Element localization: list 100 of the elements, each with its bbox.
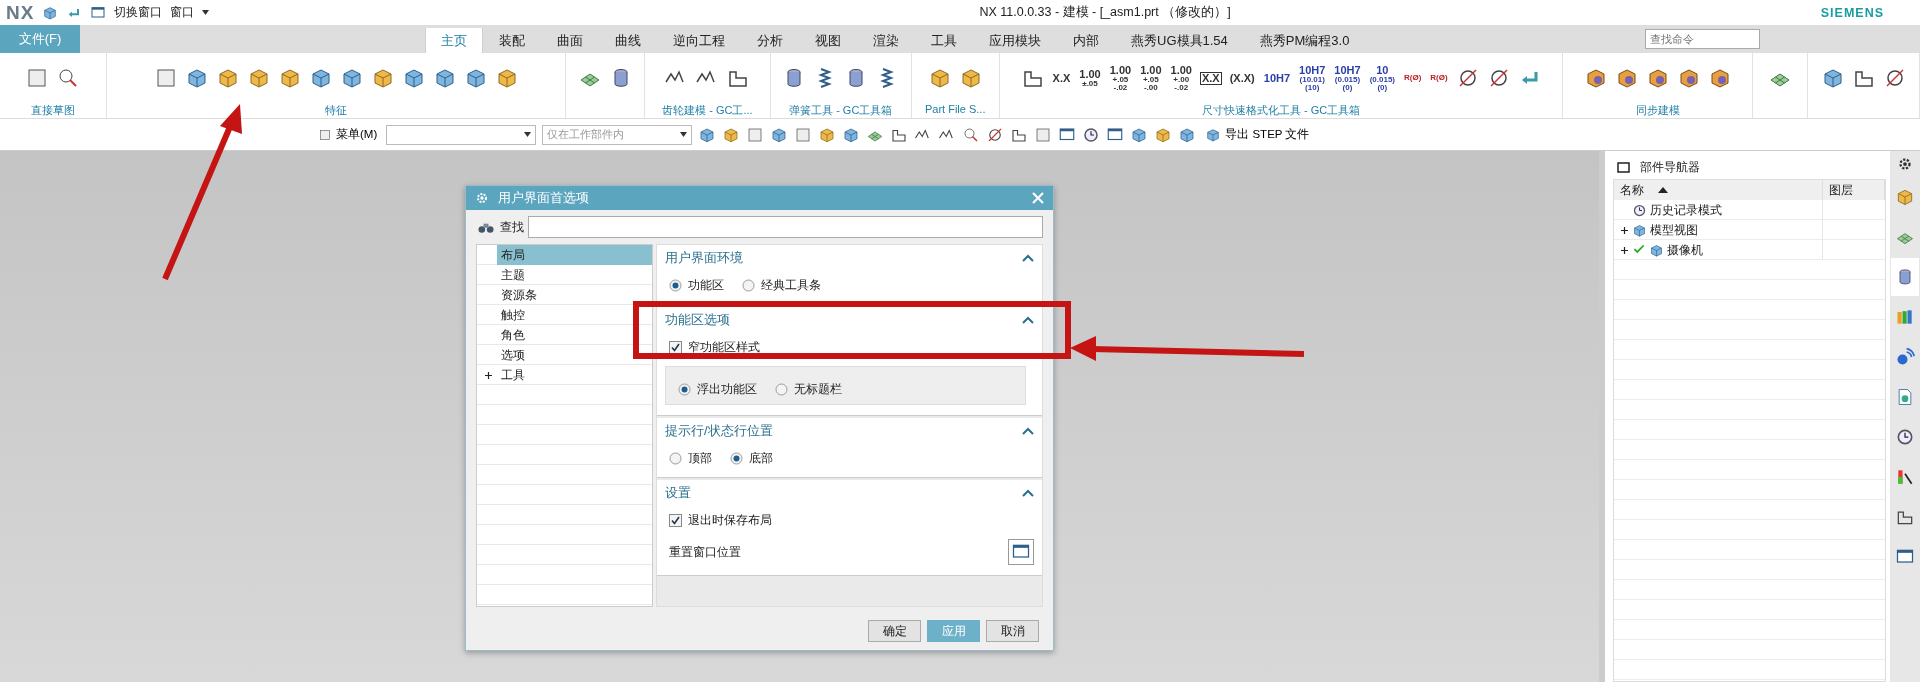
dimension-format-button[interactable]: 10H7 (10.01) (10) — [1298, 64, 1327, 92]
ribbon-tab[interactable]: 视图 — [799, 28, 857, 53]
caret-icon — [680, 132, 688, 137]
clock-icon — [1895, 427, 1915, 447]
tree-item[interactable]: 模型视图 — [1650, 221, 1698, 239]
group-label: 齿轮建模 - GC工... — [661, 103, 754, 118]
chevron-up-icon[interactable] — [1022, 254, 1034, 262]
box-icon — [1632, 222, 1647, 238]
checkbox[interactable] — [669, 341, 682, 354]
ribbon-tab[interactable]: 曲面 — [541, 28, 599, 53]
resource-bar-tab[interactable] — [1891, 258, 1919, 296]
option-label: 顶部 — [688, 450, 712, 467]
tree-item[interactable]: 选项 — [497, 345, 652, 365]
ribbon-tab[interactable]: 逆向工程 — [657, 28, 741, 53]
ribbon-tab[interactable]: 燕秀UG模具1.54 — [1115, 28, 1244, 53]
dimension-format-button[interactable]: 10 (0.015) (0) — [1368, 64, 1396, 92]
radio-button[interactable] — [678, 383, 691, 396]
column-header[interactable]: 图层 — [1823, 180, 1885, 200]
dimension-format-button[interactable]: X.X — [1051, 72, 1072, 84]
group-label: 直接草图 — [30, 103, 76, 118]
dimension-format-button[interactable]: 10H7 (0.015) (0) — [1333, 64, 1362, 92]
group-label: 特征 — [324, 103, 349, 118]
expand-icon[interactable] — [1620, 245, 1629, 255]
dialog-button[interactable]: 确定 — [868, 620, 921, 642]
dimension-format-button[interactable]: X.X — [1199, 71, 1222, 85]
dialog-button[interactable]: 取消 — [986, 620, 1039, 642]
ribbon-tab[interactable]: 应用模块 — [973, 28, 1057, 53]
tree-item[interactable]: 角色 — [497, 325, 652, 345]
tree-item[interactable]: 主题 — [497, 265, 652, 285]
dimension-format-button[interactable]: 10H7 — [1262, 72, 1292, 84]
clock-icon — [1082, 125, 1101, 144]
clock-icon — [1632, 202, 1647, 218]
ribbon-tab[interactable]: 燕秀PM编程3.0 — [1243, 28, 1366, 53]
cube-icon — [1895, 187, 1915, 207]
group-label: 尺寸快速格式化工具 - GC工具箱 — [1200, 103, 1362, 118]
reset-window-button[interactable] — [1008, 539, 1034, 565]
dimension-format-button[interactable]: 1.00 +.00 -.02 — [1169, 64, 1193, 92]
group-label: Part File S... — [923, 103, 987, 117]
quick-access-button[interactable]: 窗口 — [170, 4, 195, 21]
brand-logo: SIEMENS — [1820, 5, 1884, 20]
ribbon-tab[interactable]: 主页 — [425, 28, 483, 53]
radio-button[interactable] — [775, 383, 788, 396]
ribbon-tab[interactable]: 装配 — [483, 28, 541, 53]
close-icon[interactable] — [1031, 191, 1045, 205]
radio-button[interactable] — [669, 452, 682, 465]
option-label: 无标题栏 — [794, 381, 842, 398]
color-pen-icon — [1895, 467, 1915, 487]
tree-item[interactable]: 触控 — [497, 305, 652, 325]
ribbon-tab[interactable]: 内部 — [1057, 28, 1115, 53]
expand-icon[interactable] — [1620, 225, 1629, 235]
search-label: 查找 — [500, 218, 524, 236]
column-header[interactable]: 名称 — [1614, 180, 1823, 200]
tree-item[interactable]: 工具 — [497, 365, 652, 385]
option-label: 功能区 — [688, 277, 724, 294]
ribbon-tab[interactable]: 工具 — [915, 28, 973, 53]
info-icon — [1895, 347, 1915, 367]
chevron-up-icon[interactable] — [1022, 427, 1034, 435]
expand-icon[interactable] — [484, 370, 493, 380]
dimension-format-button[interactable]: (X.X) — [1228, 72, 1256, 84]
dimension-format-button[interactable]: R(Ø) — [1429, 74, 1449, 82]
checkbox-label: 窄功能区样式 — [688, 339, 760, 356]
group-label: 同步建模 — [1634, 103, 1681, 118]
ribbon-tab[interactable]: 渲染 — [857, 28, 915, 53]
option-label: 浮出功能区 — [697, 381, 757, 398]
window-icon — [90, 4, 107, 21]
tree-item[interactable]: 布局 — [497, 245, 652, 265]
ribbon-tab[interactable]: 分析 — [741, 28, 799, 53]
app-logo: NX — [6, 1, 35, 24]
checkbox-label: 退出时保存布局 — [688, 512, 772, 529]
radio-button[interactable] — [742, 279, 755, 292]
sort-icon — [1658, 187, 1668, 193]
option-label: 底部 — [749, 450, 773, 467]
checkbox[interactable] — [669, 514, 682, 527]
navigator-title: 部件导航器 — [1640, 158, 1700, 176]
group-label: 弹簧工具 - GC工具箱 — [788, 103, 894, 118]
menu-button[interactable]: 菜单(M) — [315, 127, 381, 142]
chevron-up-icon[interactable] — [1022, 316, 1034, 324]
square-icon — [1034, 125, 1053, 144]
square-icon — [746, 125, 765, 144]
tree-item[interactable]: 摄像机 — [1667, 241, 1703, 259]
radio-button[interactable] — [669, 279, 682, 292]
ribbon-tab[interactable]: 曲线 — [599, 28, 657, 53]
search-field[interactable] — [528, 216, 1043, 238]
radio-button[interactable] — [730, 452, 743, 465]
option-label: 经典工具条 — [761, 277, 821, 294]
dimension-format-button[interactable]: 1.00 ±.05 — [1078, 68, 1102, 88]
tree-item[interactable]: 历史记录模式 — [1650, 201, 1722, 219]
section-title: 设置 — [665, 484, 691, 502]
quick-access-button[interactable]: 切换窗口 — [114, 4, 163, 21]
tree-item[interactable]: 资源条 — [497, 285, 652, 305]
export-step-button[interactable]: 导出 STEP 文件 — [1202, 126, 1313, 143]
dimension-format-button[interactable]: 1.00 +.05 -.00 — [1139, 64, 1163, 92]
chevron-up-icon[interactable] — [1022, 489, 1034, 497]
books-icon — [1895, 307, 1915, 327]
dimension-format-button[interactable]: R(Ø) — [1403, 74, 1423, 82]
caret-icon — [524, 132, 532, 137]
dialog-title: 用户界面首选项 — [498, 189, 589, 207]
dimension-format-button[interactable]: 1.00 +.05 -.02 — [1108, 64, 1133, 92]
command-search-field[interactable]: 查找命令 — [1645, 29, 1760, 49]
square-icon — [794, 125, 813, 144]
